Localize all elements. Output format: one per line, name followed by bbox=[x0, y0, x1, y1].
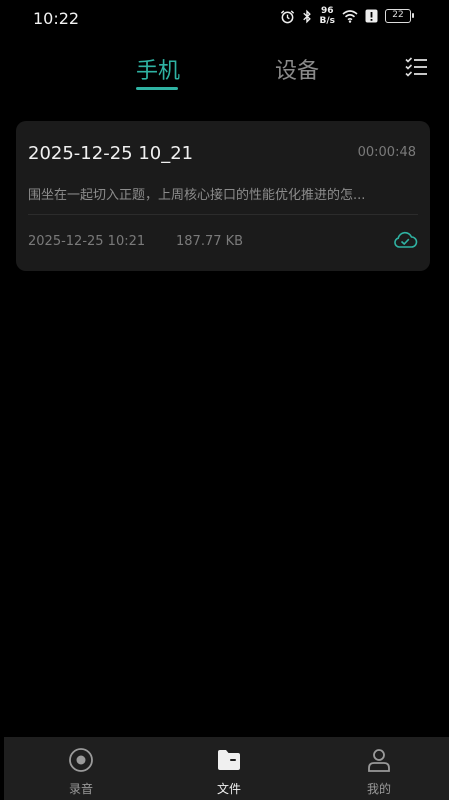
alarm-icon bbox=[281, 9, 295, 23]
nav-mine-label: 我的 bbox=[366, 782, 391, 796]
recording-date: 2025-12-25 10:21 bbox=[28, 234, 146, 249]
alert-icon bbox=[365, 9, 378, 23]
recording-summary: 围坐在一起切入正题，上周核心接口的性能优化推进的怎... bbox=[28, 188, 366, 203]
net-speed-value: 96 bbox=[320, 6, 334, 16]
battery-icon: 22 bbox=[385, 9, 414, 23]
recording-duration: 00:00:48 bbox=[357, 145, 416, 160]
nav-files[interactable]: 文件 bbox=[154, 737, 304, 800]
bottom-nav: 录音 文件 我的 bbox=[4, 737, 449, 800]
user-icon bbox=[368, 749, 390, 772]
cloud-synced-icon[interactable] bbox=[392, 227, 418, 253]
tab-active-indicator bbox=[136, 87, 178, 90]
folder-icon bbox=[218, 750, 240, 770]
status-bar: 10:22 96 B/s 22 bbox=[0, 0, 449, 36]
tab-phone[interactable]: 手机 bbox=[136, 53, 180, 85]
top-tabs: 手机 设备 bbox=[0, 45, 449, 95]
nav-mine[interactable]: 我的 bbox=[304, 737, 449, 800]
nav-files-label: 文件 bbox=[216, 782, 241, 796]
tab-device[interactable]: 设备 bbox=[275, 53, 319, 85]
net-speed: 96 B/s bbox=[319, 6, 335, 26]
recording-card[interactable]: 2025-12-25 10_21 00:00:48 围坐在一起切入正题，上周核心… bbox=[16, 121, 430, 271]
nav-record-label: 录音 bbox=[68, 782, 93, 796]
status-icons: 96 B/s 22 bbox=[280, 6, 414, 26]
recording-size: 187.77 KB bbox=[176, 234, 244, 249]
nav-record[interactable]: 录音 bbox=[6, 737, 156, 800]
recording-title: 2025-12-25 10_21 bbox=[28, 143, 194, 164]
wifi-icon bbox=[342, 10, 358, 23]
status-time: 10:22 bbox=[33, 9, 80, 28]
card-divider bbox=[28, 214, 418, 215]
checklist-icon[interactable] bbox=[404, 55, 428, 79]
record-icon bbox=[69, 748, 93, 772]
net-speed-unit: B/s bbox=[319, 16, 335, 26]
bluetooth-icon bbox=[303, 9, 312, 23]
